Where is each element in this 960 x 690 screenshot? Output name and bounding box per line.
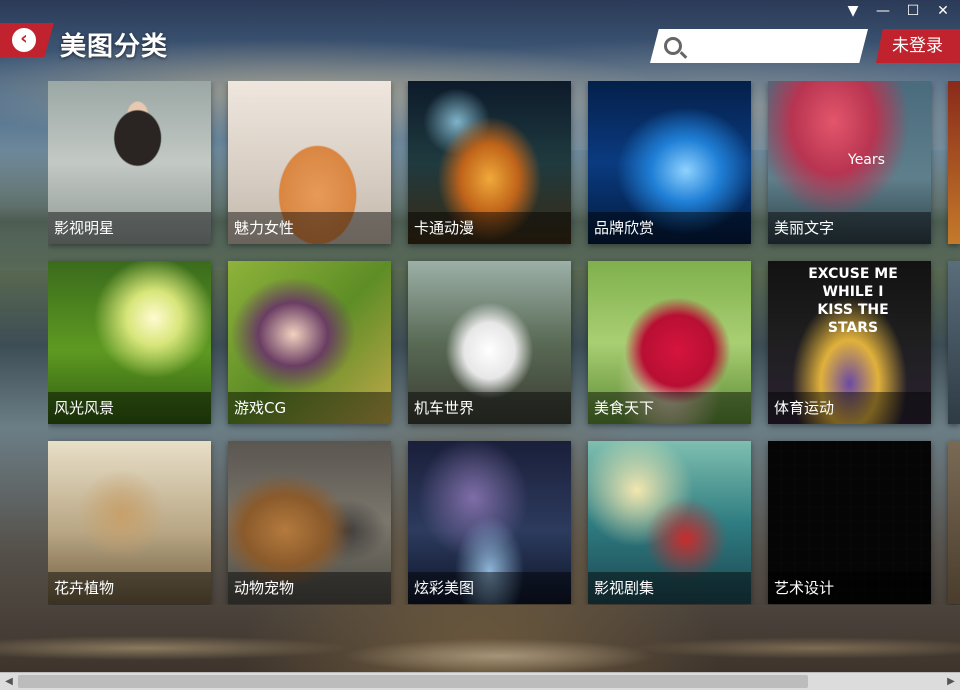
category-tile-sports[interactable]: EXCUSE ME WHILE I KISS THE STARS 体育运动 [768, 261, 931, 424]
category-tile-text-art[interactable]: Years 美丽文字 [768, 81, 931, 244]
category-label: 卡通动漫 [408, 212, 571, 244]
category-tile-vehicles[interactable]: 机车世界 [408, 261, 571, 424]
category-label: 机车世界 [408, 392, 571, 424]
window-controls: ▼ — ☐ ✕ [842, 2, 954, 20]
search-box[interactable] [650, 29, 868, 63]
category-image [948, 81, 960, 244]
search-input[interactable] [692, 38, 852, 54]
category-label: 影视明星 [48, 212, 211, 244]
category-label: 魅力女性 [228, 212, 391, 244]
close-icon[interactable]: ✕ [932, 2, 954, 20]
category-tile-colorful[interactable]: 炫彩美图 [408, 441, 571, 604]
horizontal-scrollbar[interactable]: ◀ ▶ [0, 672, 960, 690]
category-tile-women[interactable]: 魅力女性 [228, 81, 391, 244]
category-label: 风光风景 [48, 392, 211, 424]
category-tile-flowers[interactable]: 花卉植物 [48, 441, 211, 604]
category-tile-partial[interactable] [948, 261, 960, 424]
tile-overlay-text: EXCUSE ME WHILE I KISS THE STARS [808, 266, 898, 336]
category-tile-game-cg[interactable]: 游戏CG [228, 261, 391, 424]
category-tile-food[interactable]: 美食天下 [588, 261, 751, 424]
menu-dropdown-icon[interactable]: ▼ [842, 2, 864, 20]
maximize-icon[interactable]: ☐ [902, 2, 924, 20]
category-grid: 影视明星 魅力女性 卡通动漫 品牌欣赏 Years 美丽文字 风光风景 游戏CG… [48, 81, 960, 605]
scroll-thumb[interactable] [18, 675, 808, 688]
category-tile-tv-series[interactable]: 影视剧集 [588, 441, 751, 604]
category-tile-animals[interactable]: 动物宠物 [228, 441, 391, 604]
category-label: 美丽文字 [768, 212, 931, 244]
page-title: 美图分类 [60, 32, 169, 62]
category-label: 游戏CG [228, 392, 391, 424]
category-label: 品牌欣赏 [588, 212, 751, 244]
search-icon[interactable] [664, 37, 682, 55]
category-label: 动物宠物 [228, 572, 391, 604]
category-image [948, 261, 960, 424]
scroll-right-icon[interactable]: ▶ [942, 673, 960, 690]
minimize-icon[interactable]: — [872, 2, 894, 20]
category-label: 艺术设计 [768, 572, 931, 604]
category-tile-scenery[interactable]: 风光风景 [48, 261, 211, 424]
category-tile-brands[interactable]: 品牌欣赏 [588, 81, 751, 244]
category-label: 炫彩美图 [408, 572, 571, 604]
category-tile-stars[interactable]: 影视明星 [48, 81, 211, 244]
category-tile-anime[interactable]: 卡通动漫 [408, 81, 571, 244]
category-tile-partial[interactable] [948, 81, 960, 244]
login-button[interactable]: 未登录 [876, 29, 960, 63]
background-rocks [0, 600, 960, 680]
tile-overlay-text: Years [848, 152, 885, 168]
scroll-left-icon[interactable]: ◀ [0, 673, 18, 690]
category-tile-art-design[interactable]: 艺术设计 [768, 441, 931, 604]
chevron-left-icon: ‹ [12, 28, 36, 52]
category-label: 影视剧集 [588, 572, 751, 604]
category-label: 体育运动 [768, 392, 931, 424]
category-label: 美食天下 [588, 392, 751, 424]
category-label: 花卉植物 [48, 572, 211, 604]
category-tile-partial[interactable] [948, 441, 960, 604]
category-image [948, 441, 960, 604]
